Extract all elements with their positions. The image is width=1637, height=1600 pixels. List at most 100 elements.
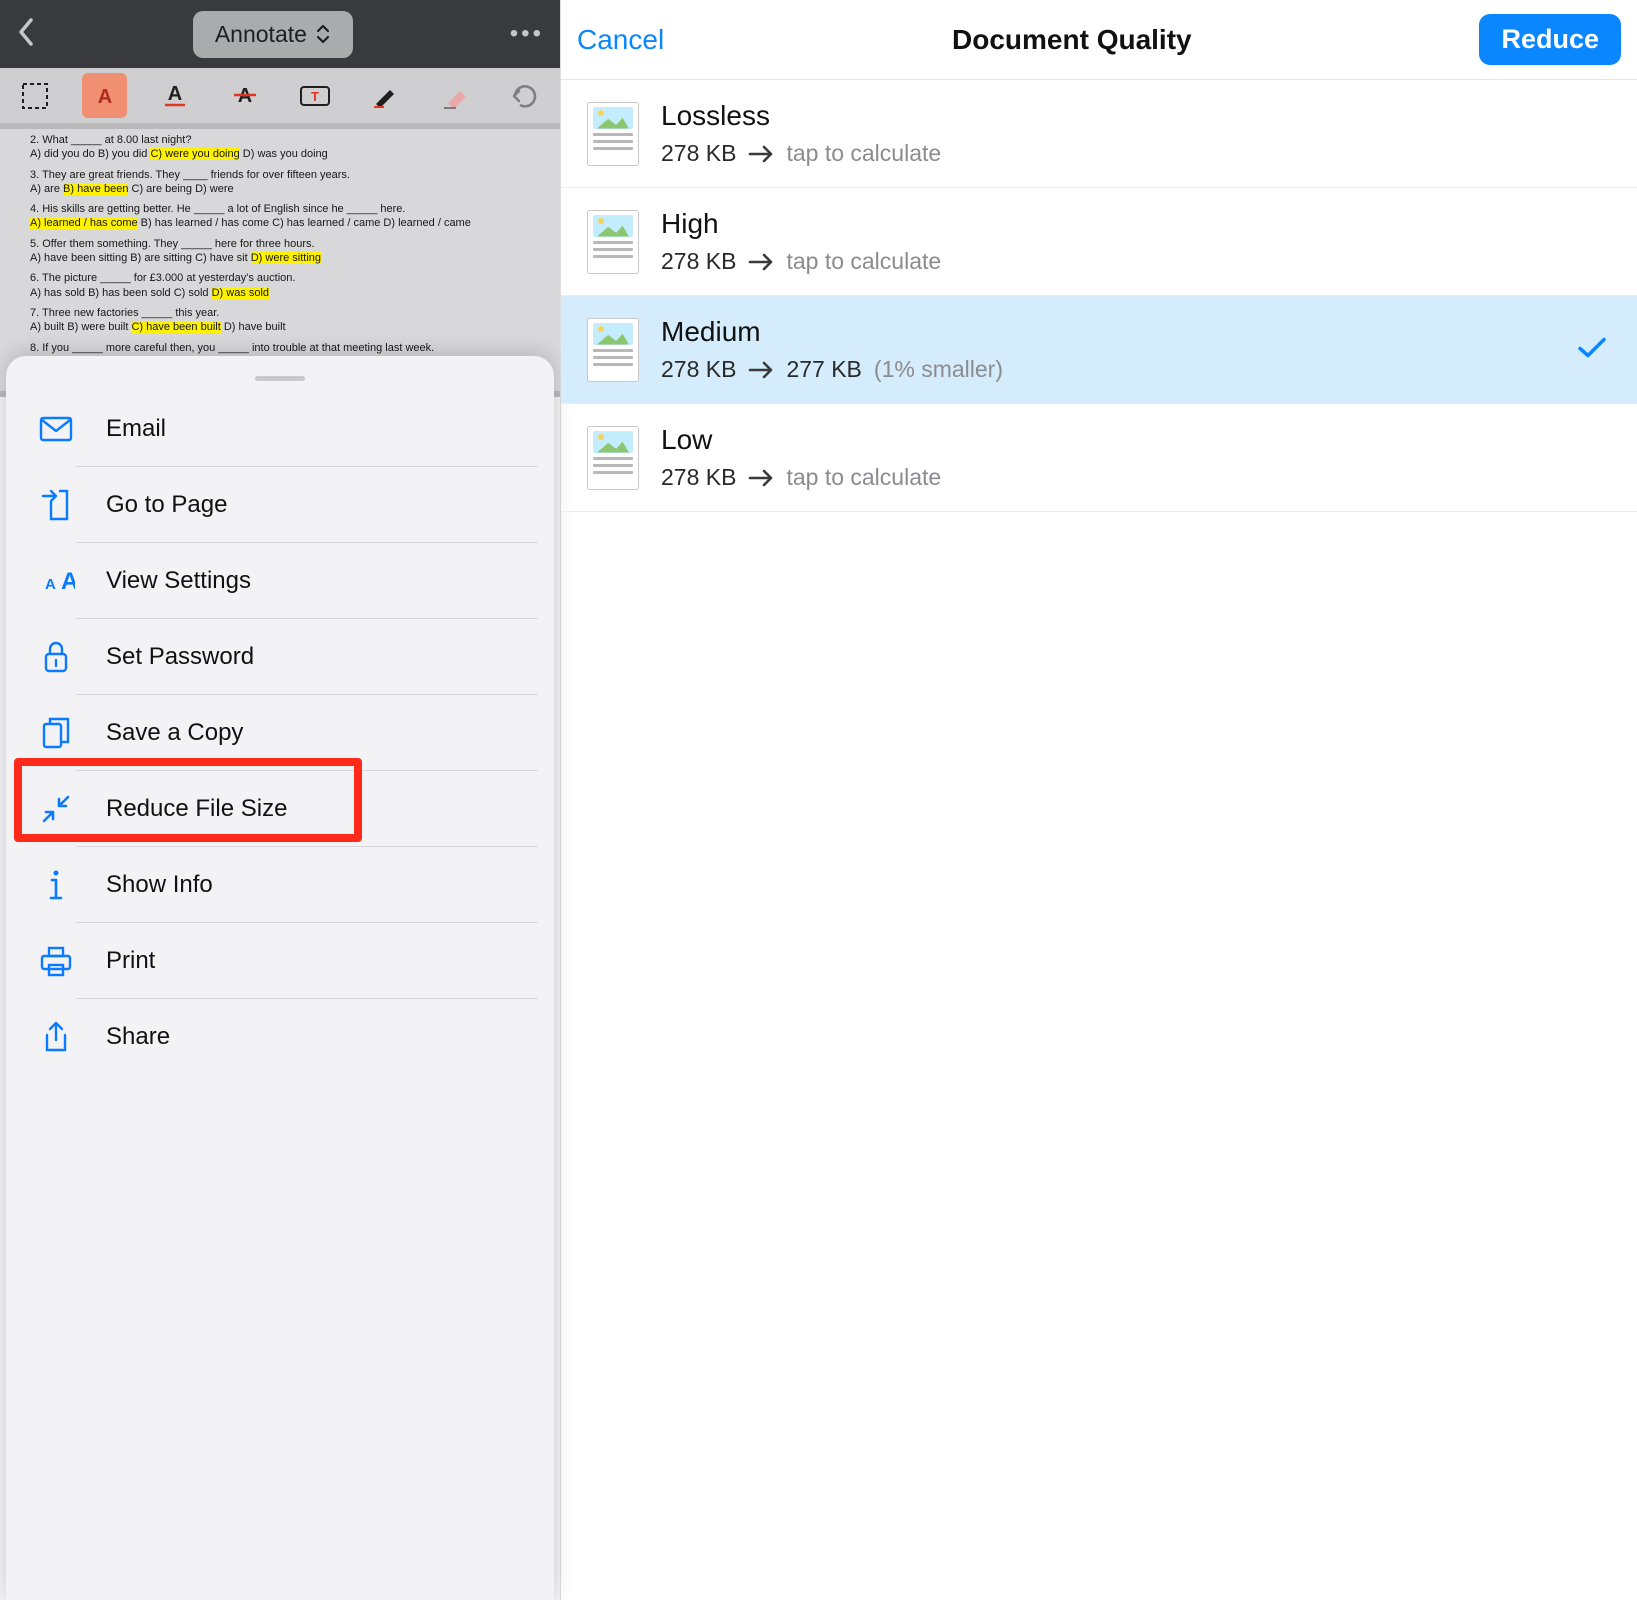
- arrow-right-icon: [748, 360, 774, 380]
- select-tool[interactable]: [12, 73, 57, 118]
- email-icon: [36, 416, 76, 442]
- menu-label: View Settings: [106, 567, 251, 595]
- sheet-grabber[interactable]: [255, 376, 305, 381]
- document-thumb-icon: [587, 102, 639, 166]
- quality-name: Low: [661, 424, 941, 456]
- svg-text:A: A: [168, 83, 182, 105]
- doc-text: 7. Three new factories _____ this year.: [30, 306, 530, 320]
- menu-show-info[interactable]: Show Info: [6, 847, 554, 923]
- menu-label: Go to Page: [106, 491, 227, 519]
- action-sheet: Email Go to Page AA View Settings: [6, 356, 554, 1600]
- undo-button[interactable]: [503, 73, 548, 118]
- svg-text:A: A: [45, 576, 56, 593]
- quality-title: Document Quality: [952, 24, 1192, 56]
- goto-page-icon: [36, 488, 76, 522]
- reduce-button[interactable]: Reduce: [1479, 14, 1621, 65]
- checkmark-icon: [1577, 335, 1607, 364]
- quality-option-high[interactable]: High 278 KB tap to calculate: [561, 188, 1637, 296]
- right-panel: Cancel Document Quality Reduce Lossless 2…: [560, 0, 1637, 1600]
- menu-set-password[interactable]: Set Password: [6, 619, 554, 695]
- tap-to-calculate: tap to calculate: [786, 464, 941, 491]
- mode-label: Annotate: [215, 21, 307, 48]
- menu-label: Email: [106, 415, 166, 443]
- copy-icon: [36, 716, 76, 750]
- reduction-percent: (1% smaller): [874, 356, 1003, 383]
- arrow-right-icon: [748, 468, 774, 488]
- tap-to-calculate: tap to calculate: [786, 140, 941, 167]
- menu-label: Show Info: [106, 871, 213, 899]
- reduced-size: 277 KB: [786, 356, 861, 383]
- quality-text: Low 278 KB tap to calculate: [661, 424, 941, 491]
- underline-tool[interactable]: A: [152, 73, 197, 118]
- menu-email[interactable]: Email: [6, 391, 554, 467]
- quality-text: Medium 278 KB 277 KB (1% smaller): [661, 316, 1003, 383]
- view-settings-icon: AA: [36, 567, 76, 595]
- chevron-updown-icon: [315, 23, 331, 45]
- svg-text:A: A: [61, 568, 75, 595]
- mode-selector[interactable]: Annotate: [193, 11, 353, 58]
- original-size: 278 KB: [661, 140, 736, 167]
- print-icon: [36, 945, 76, 977]
- quality-name: High: [661, 208, 941, 240]
- menu-label: Save a Copy: [106, 719, 243, 747]
- highlight-annotation: [14, 758, 362, 842]
- quality-name: Lossless: [661, 100, 941, 132]
- document-thumb-icon: [587, 426, 639, 490]
- doc-text: 2. What _____ at 8.00 last night?: [30, 133, 530, 147]
- menu-share[interactable]: Share: [6, 999, 554, 1075]
- doc-text: A) have been sitting B) are sitting C) h…: [30, 251, 530, 265]
- quality-option-low[interactable]: Low 278 KB tap to calculate: [561, 404, 1637, 512]
- original-size: 278 KB: [661, 248, 736, 275]
- eraser-tool[interactable]: [433, 73, 478, 118]
- document-page: 2. What _____ at 8.00 last night? A) did…: [0, 129, 560, 391]
- svg-text:A: A: [97, 86, 111, 108]
- marker-tool[interactable]: [363, 73, 408, 118]
- menu-goto-page[interactable]: Go to Page: [6, 467, 554, 543]
- textbox-tool[interactable]: T: [293, 73, 338, 118]
- quality-size-row: 278 KB 277 KB (1% smaller): [661, 356, 1003, 383]
- document-thumb-icon: [587, 318, 639, 382]
- quality-header: Cancel Document Quality Reduce: [561, 0, 1637, 80]
- annotate-topbar: Annotate •••: [0, 0, 560, 68]
- doc-text: A) did you do B) you did C) were you doi…: [30, 147, 530, 161]
- doc-text: A) learned / has come B) has learned / h…: [30, 216, 530, 230]
- annotate-toolbar: A A A T: [0, 68, 560, 123]
- document-thumb-icon: [587, 210, 639, 274]
- lock-icon: [36, 640, 76, 674]
- quality-text: Lossless 278 KB tap to calculate: [661, 100, 941, 167]
- cancel-button[interactable]: Cancel: [577, 24, 664, 56]
- tap-to-calculate: tap to calculate: [786, 248, 941, 275]
- highlight-text-tool[interactable]: A: [82, 73, 127, 118]
- quality-size-row: 278 KB tap to calculate: [661, 248, 941, 275]
- arrow-right-icon: [748, 252, 774, 272]
- original-size: 278 KB: [661, 464, 736, 491]
- quality-size-row: 278 KB tap to calculate: [661, 464, 941, 491]
- menu-print[interactable]: Print: [6, 923, 554, 999]
- info-icon: [36, 868, 76, 902]
- share-icon: [36, 1020, 76, 1054]
- menu-view-settings[interactable]: AA View Settings: [6, 543, 554, 619]
- doc-text: A) has sold B) has been sold C) sold D) …: [30, 286, 530, 300]
- original-size: 278 KB: [661, 356, 736, 383]
- quality-text: High 278 KB tap to calculate: [661, 208, 941, 275]
- doc-text: 4. His skills are getting better. He ___…: [30, 202, 530, 216]
- menu-label: Print: [106, 947, 155, 975]
- doc-text: 3. They are great friends. They ____ fri…: [30, 168, 530, 182]
- quality-size-row: 278 KB tap to calculate: [661, 140, 941, 167]
- quality-name: Medium: [661, 316, 1003, 348]
- action-menu: Email Go to Page AA View Settings: [6, 391, 554, 1075]
- back-button[interactable]: [16, 17, 36, 52]
- quality-option-lossless[interactable]: Lossless 278 KB tap to calculate: [561, 80, 1637, 188]
- quality-option-medium[interactable]: Medium 278 KB 277 KB (1% smaller): [561, 296, 1637, 404]
- doc-text: A) built B) were built C) have been buil…: [30, 320, 530, 334]
- arrow-right-icon: [748, 144, 774, 164]
- menu-label: Share: [106, 1023, 170, 1051]
- menu-label: Set Password: [106, 643, 254, 671]
- quality-list: Lossless 278 KB tap to calculate High 278 KB…: [561, 80, 1637, 512]
- left-panel: Annotate ••• A A A T: [0, 0, 560, 1600]
- doc-text: 8. If you _____ more careful then, you _…: [30, 341, 530, 355]
- more-button[interactable]: •••: [510, 20, 544, 48]
- doc-text: A) are B) have been C) are being D) were: [30, 182, 530, 196]
- strikethrough-tool[interactable]: A: [222, 73, 267, 118]
- svg-text:T: T: [311, 89, 319, 104]
